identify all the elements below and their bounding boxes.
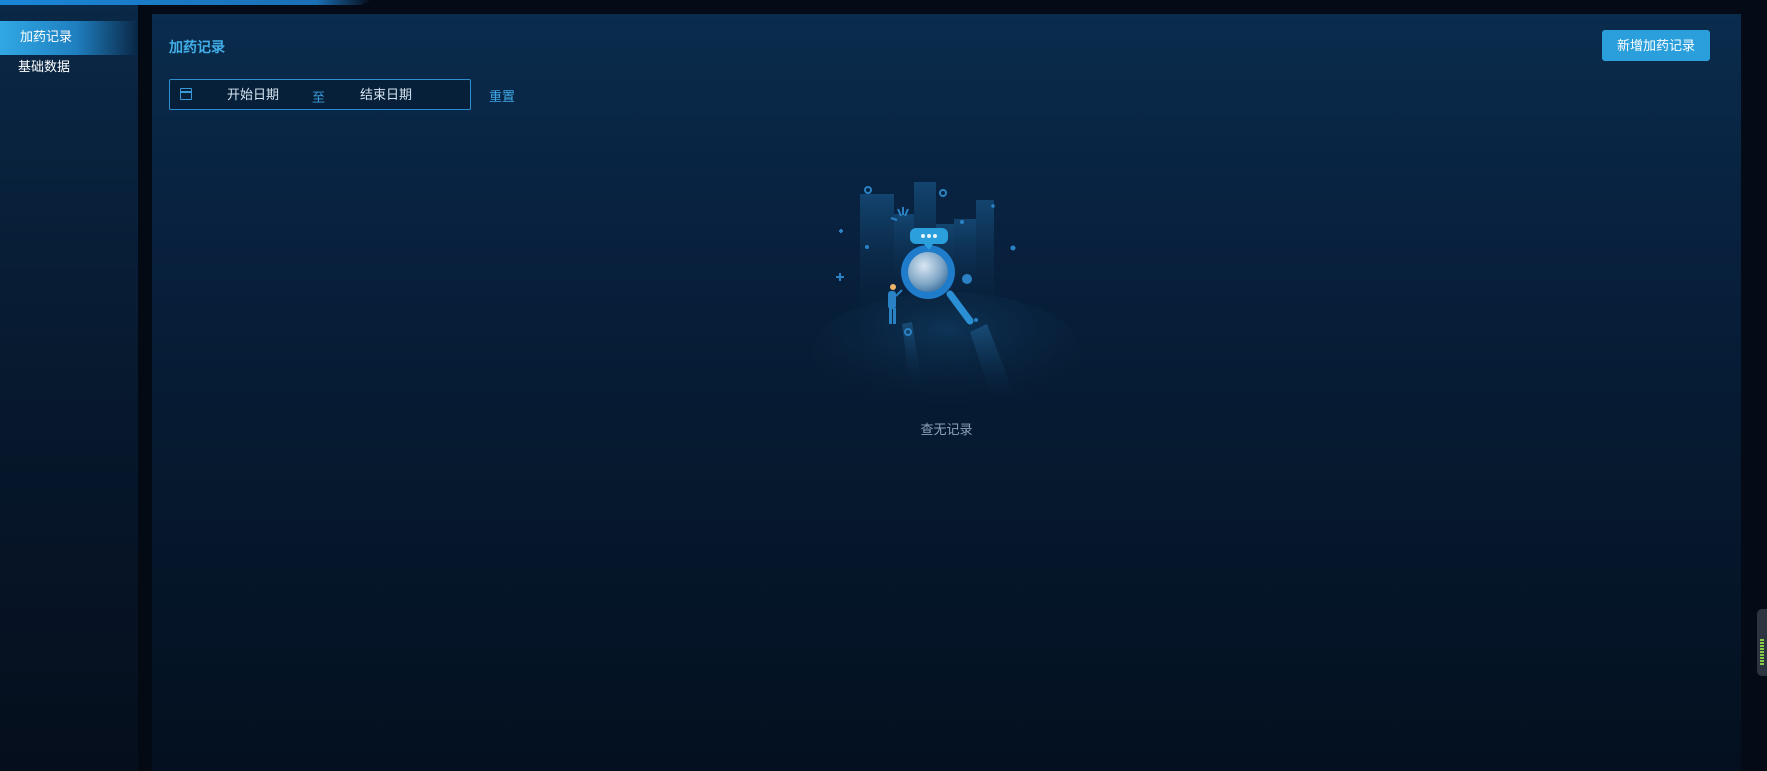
calendar-icon [180, 88, 192, 100]
side-scroll-handle[interactable] [1757, 609, 1767, 676]
start-date-input[interactable] [210, 85, 296, 105]
page-title: 加药记录 [169, 40, 225, 56]
date-range-separator: 至 [312, 91, 326, 106]
grip-icon [1760, 639, 1764, 665]
add-record-button[interactable]: 新增加药记录 [1602, 30, 1710, 61]
decor-plus [836, 229, 844, 281]
reset-button[interactable]: 重置 [489, 86, 515, 105]
sidebar-item-label: 基础数据 [18, 60, 71, 75]
sidebar-item-dosing-records[interactable]: 加药记录 [0, 21, 138, 55]
sidebar: 加药记录 基础数据 [0, 5, 138, 771]
date-range-picker[interactable]: 至 [169, 79, 471, 110]
empty-state-text: 查无记录 [920, 423, 973, 438]
sidebar-gutter [138, 5, 152, 771]
ground-hill [812, 292, 1082, 404]
sidebar-item-base-data[interactable]: 基础数据 [0, 51, 138, 85]
end-date-input[interactable] [343, 85, 429, 105]
empty-search-illustration [812, 182, 1082, 404]
sidebar-item-label: 加药记录 [20, 30, 73, 45]
main-panel: 加药记录 新增加药记录 至 重置 [152, 14, 1741, 771]
